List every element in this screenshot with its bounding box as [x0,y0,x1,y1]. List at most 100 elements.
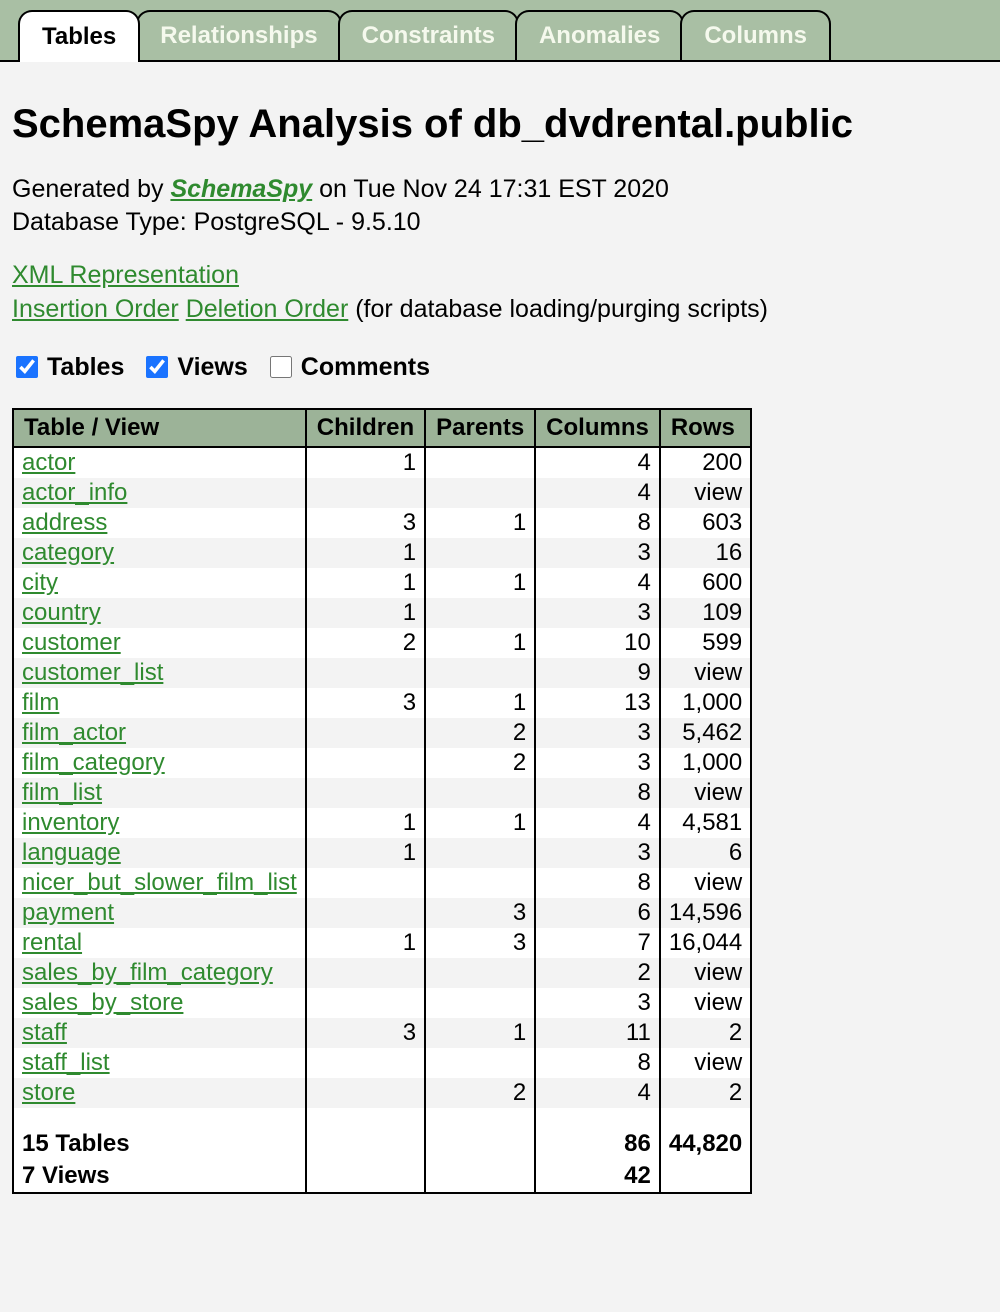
cell-children [306,1078,425,1108]
cell-children: 1 [306,538,425,568]
cell-name: staff_list [13,1048,306,1078]
cell-children [306,658,425,688]
cell-parents: 1 [425,628,535,658]
cell-name: actor_info [13,478,306,508]
tab-columns[interactable]: Columns [680,10,831,60]
table-row: actor_info4view [13,478,751,508]
footer-rows-total: 44,820 [660,1128,751,1160]
table-link[interactable]: staff [22,1019,67,1046]
table-row: customer2110599 [13,628,751,658]
cell-columns: 3 [535,988,660,1018]
table-link[interactable]: sales_by_film_category [22,959,273,986]
cell-children: 3 [306,688,425,718]
cell-name: nicer_but_slower_film_list [13,868,306,898]
table-link[interactable]: store [22,1079,75,1106]
cell-name: country [13,598,306,628]
cell-columns: 4 [535,447,660,478]
table-row: film_actor235,462 [13,718,751,748]
table-link[interactable]: inventory [22,809,119,836]
table-link[interactable]: address [22,509,107,536]
table-link[interactable]: sales_by_store [22,989,183,1016]
tab-label: Columns [704,22,807,50]
cell-rows: 600 [660,568,751,598]
table-link[interactable]: language [22,839,121,866]
tables-listing: Table / View Children Parents Columns Ro… [12,408,752,1194]
footer-blank [306,1160,425,1193]
footer-columns-views: 42 [535,1160,660,1193]
cell-rows: 16 [660,538,751,568]
cell-children [306,778,425,808]
table-link[interactable]: payment [22,899,114,926]
cell-rows: 4,581 [660,808,751,838]
insertion-order-link[interactable]: Insertion Order [12,295,179,323]
table-link[interactable]: customer_list [22,659,163,686]
main-content: SchemaSpy Analysis of db_dvdrental.publi… [0,62,1000,1206]
tab-bar: Tables Relationships Constraints Anomali… [0,0,1000,62]
filter-tables-checkbox[interactable] [16,356,38,378]
table-link[interactable]: actor_info [22,479,127,506]
filter-comments-text: Comments [301,353,430,382]
col-header-name[interactable]: Table / View [13,409,306,447]
table-row: sales_by_store3view [13,988,751,1018]
table-link[interactable]: staff_list [22,1049,110,1076]
cell-rows: 6 [660,838,751,868]
footer-views-count: 7 Views [13,1160,306,1193]
generated-prefix: Generated by [12,175,170,203]
table-row: city114600 [13,568,751,598]
tab-anomalies[interactable]: Anomalies [515,10,684,60]
schemaspy-link[interactable]: SchemaSpy [170,175,312,203]
table-link[interactable]: film_category [22,749,165,776]
deletion-order-link[interactable]: Deletion Order [186,295,349,323]
filter-comments-label[interactable]: Comments [266,353,430,382]
filter-views-text: Views [177,353,247,382]
cell-rows: 603 [660,508,751,538]
col-header-parents[interactable]: Parents [425,409,535,447]
cell-columns: 3 [535,748,660,778]
table-link[interactable]: film_actor [22,719,126,746]
cell-rows: view [660,1048,751,1078]
table-link[interactable]: customer [22,629,121,656]
cell-parents [425,1048,535,1078]
scripts-note: (for database loading/purging scripts) [348,295,768,323]
cell-children: 2 [306,628,425,658]
cell-children: 1 [306,838,425,868]
table-link[interactable]: actor [22,449,75,476]
cell-rows: view [660,478,751,508]
cell-columns: 8 [535,778,660,808]
table-link[interactable]: nicer_but_slower_film_list [22,869,297,896]
table-link[interactable]: country [22,599,101,626]
cell-children: 1 [306,808,425,838]
tab-tables[interactable]: Tables [18,10,140,62]
cell-parents: 1 [425,1018,535,1048]
col-header-columns[interactable]: Columns [535,409,660,447]
xml-representation-link[interactable]: XML Representation [12,261,239,289]
table-row: rental13716,044 [13,928,751,958]
cell-parents [425,447,535,478]
table-link[interactable]: film_list [22,779,102,806]
table-row: customer_list9view [13,658,751,688]
cell-parents: 1 [425,688,535,718]
filter-comments-checkbox[interactable] [270,356,292,378]
cell-children [306,958,425,988]
table-row: nicer_but_slower_film_list8view [13,868,751,898]
table-row: film_category231,000 [13,748,751,778]
tab-constraints[interactable]: Constraints [338,10,519,60]
filter-views-checkbox[interactable] [146,356,168,378]
cell-rows: 599 [660,628,751,658]
filter-tables-label[interactable]: Tables [12,353,124,382]
col-header-children[interactable]: Children [306,409,425,447]
table-link[interactable]: rental [22,929,82,956]
cell-rows: 5,462 [660,718,751,748]
table-link[interactable]: city [22,569,58,596]
table-link[interactable]: film [22,689,59,716]
col-header-rows[interactable]: Rows [660,409,751,447]
tab-relationships[interactable]: Relationships [136,10,341,60]
cell-columns: 8 [535,868,660,898]
table-row: store242 [13,1078,751,1108]
table-spacer [13,1108,751,1128]
cell-parents [425,478,535,508]
cell-children: 3 [306,1018,425,1048]
table-link[interactable]: category [22,539,114,566]
footer-blank [306,1128,425,1160]
filter-views-label[interactable]: Views [142,353,247,382]
